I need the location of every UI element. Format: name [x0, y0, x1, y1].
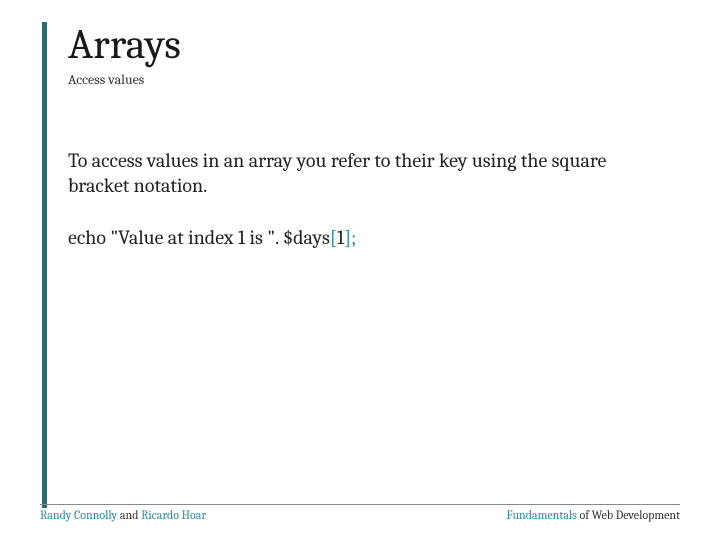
footer-book: Fundamentals of Web Development: [507, 508, 680, 522]
body-paragraph: To access values in an array you refer t…: [68, 148, 680, 198]
slide-title: Arrays: [68, 20, 680, 69]
book-title-rest: of Web Development: [577, 508, 680, 522]
accent-bar: [42, 22, 47, 508]
footer-authors: Randy Connolly and Ricardo Hoar: [40, 508, 206, 522]
author2: Ricardo Hoar: [141, 508, 206, 522]
code-example: echo "Value at index 1 is ". $days[1];: [68, 226, 680, 249]
book-title-strong: Fundamentals: [507, 508, 577, 522]
code-index: 1: [337, 226, 344, 249]
slide-subtitle: Access values: [68, 71, 680, 88]
slide-content: Arrays Access values To access values in…: [68, 20, 680, 249]
author-separator: and: [117, 508, 141, 522]
footer-divider: [40, 504, 680, 505]
footer-row: Randy Connolly and Ricardo Hoar Fundamen…: [40, 508, 680, 522]
author1: Randy Connolly: [40, 508, 117, 522]
slide: Arrays Access values To access values in…: [0, 0, 720, 540]
code-semicolon: ;: [351, 226, 356, 249]
code-open: [: [330, 226, 337, 249]
slide-footer: Randy Connolly and Ricardo Hoar Fundamen…: [40, 504, 680, 522]
code-prefix: echo "Value at index 1 is ". $days: [68, 226, 330, 249]
